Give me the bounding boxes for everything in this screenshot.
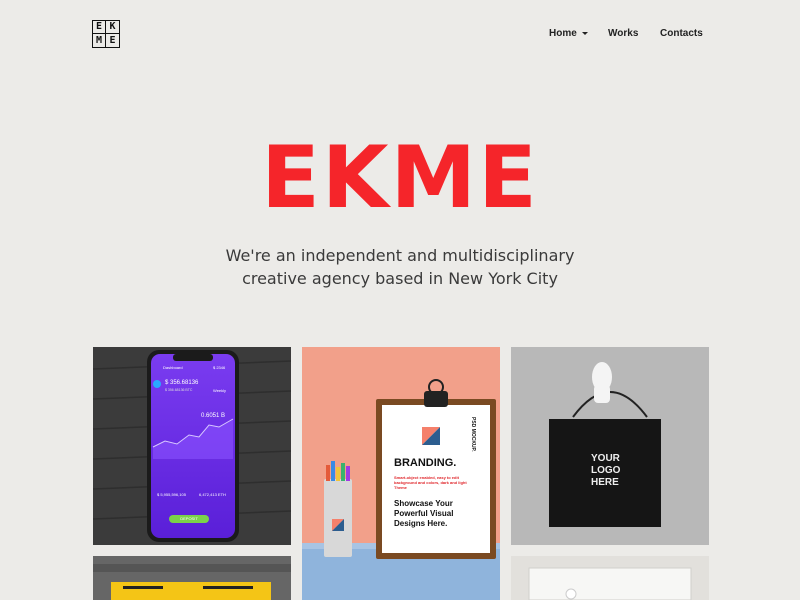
branding-mockup-image [302, 379, 500, 600]
logo-letter: E [109, 34, 116, 46]
branding-red-text: Smart-object enabled, easy to edit backg… [394, 475, 467, 490]
phone-balance: $ 356.68136 [165, 380, 199, 386]
portfolio-item-poster[interactable] [93, 556, 291, 600]
branding-showcase: Showcase Your Powerful Visual Designs He… [394, 499, 454, 528]
branding-heading: BRANDING. [394, 457, 457, 469]
hero-subtitle: We're an independent and multidisciplina… [0, 244, 800, 290]
main-nav: Home Works Contacts [549, 28, 703, 39]
nav-works[interactable]: Works [608, 28, 660, 39]
portfolio-item-branding[interactable]: PSD MOCKUP. BRANDING. Smart-object enabl… [302, 347, 500, 600]
logo-letter: M [93, 34, 106, 47]
bag-mockup-image [549, 362, 661, 527]
branding-side-text: PSD MOCKUP. [470, 417, 476, 452]
frame-mockup-image [511, 556, 709, 600]
phone-balance-sub: $ 356.68136 BTC [165, 388, 193, 392]
nav-home[interactable]: Home [549, 28, 608, 39]
nav-works-label: Works [608, 28, 639, 39]
phone-bottom-left: $ 5,955,596,105 [157, 492, 186, 497]
hero-subtitle-line-1: We're an independent and multidisciplina… [225, 246, 575, 265]
portfolio-item-app[interactable]: Dashboard $ 2346 $ 356.68136 $ 356.68136… [93, 347, 291, 545]
hero-title: EKME [261, 128, 539, 228]
poster-mockup-image [93, 556, 291, 600]
phone-deposit-button: DEPOSIT [180, 516, 198, 521]
portfolio-item-bag[interactable]: YOUR LOGO HERE [511, 347, 709, 545]
logo-letter: E [93, 21, 106, 34]
hero-subtitle-line-2: creative agency based in New York City [242, 269, 558, 288]
phone-bottom-right: 6,472,413 ETH [199, 492, 226, 497]
phone-top-right: $ 2346 [213, 365, 226, 370]
nav-contacts-label: Contacts [660, 28, 703, 39]
phone-value: 0.6051 B [201, 413, 226, 419]
phone-period: Weekly [213, 388, 227, 393]
bag-logo-text: YOUR LOGO HERE [591, 453, 621, 488]
portfolio-item-frame[interactable] [511, 556, 709, 600]
site-logo[interactable]: E K M E [92, 20, 120, 48]
nav-home-label: Home [549, 28, 577, 39]
phone-app-title: Dashboard [163, 365, 183, 370]
nav-contacts[interactable]: Contacts [660, 28, 703, 39]
logo-letter: K [106, 21, 119, 34]
chevron-down-icon [581, 32, 588, 35]
